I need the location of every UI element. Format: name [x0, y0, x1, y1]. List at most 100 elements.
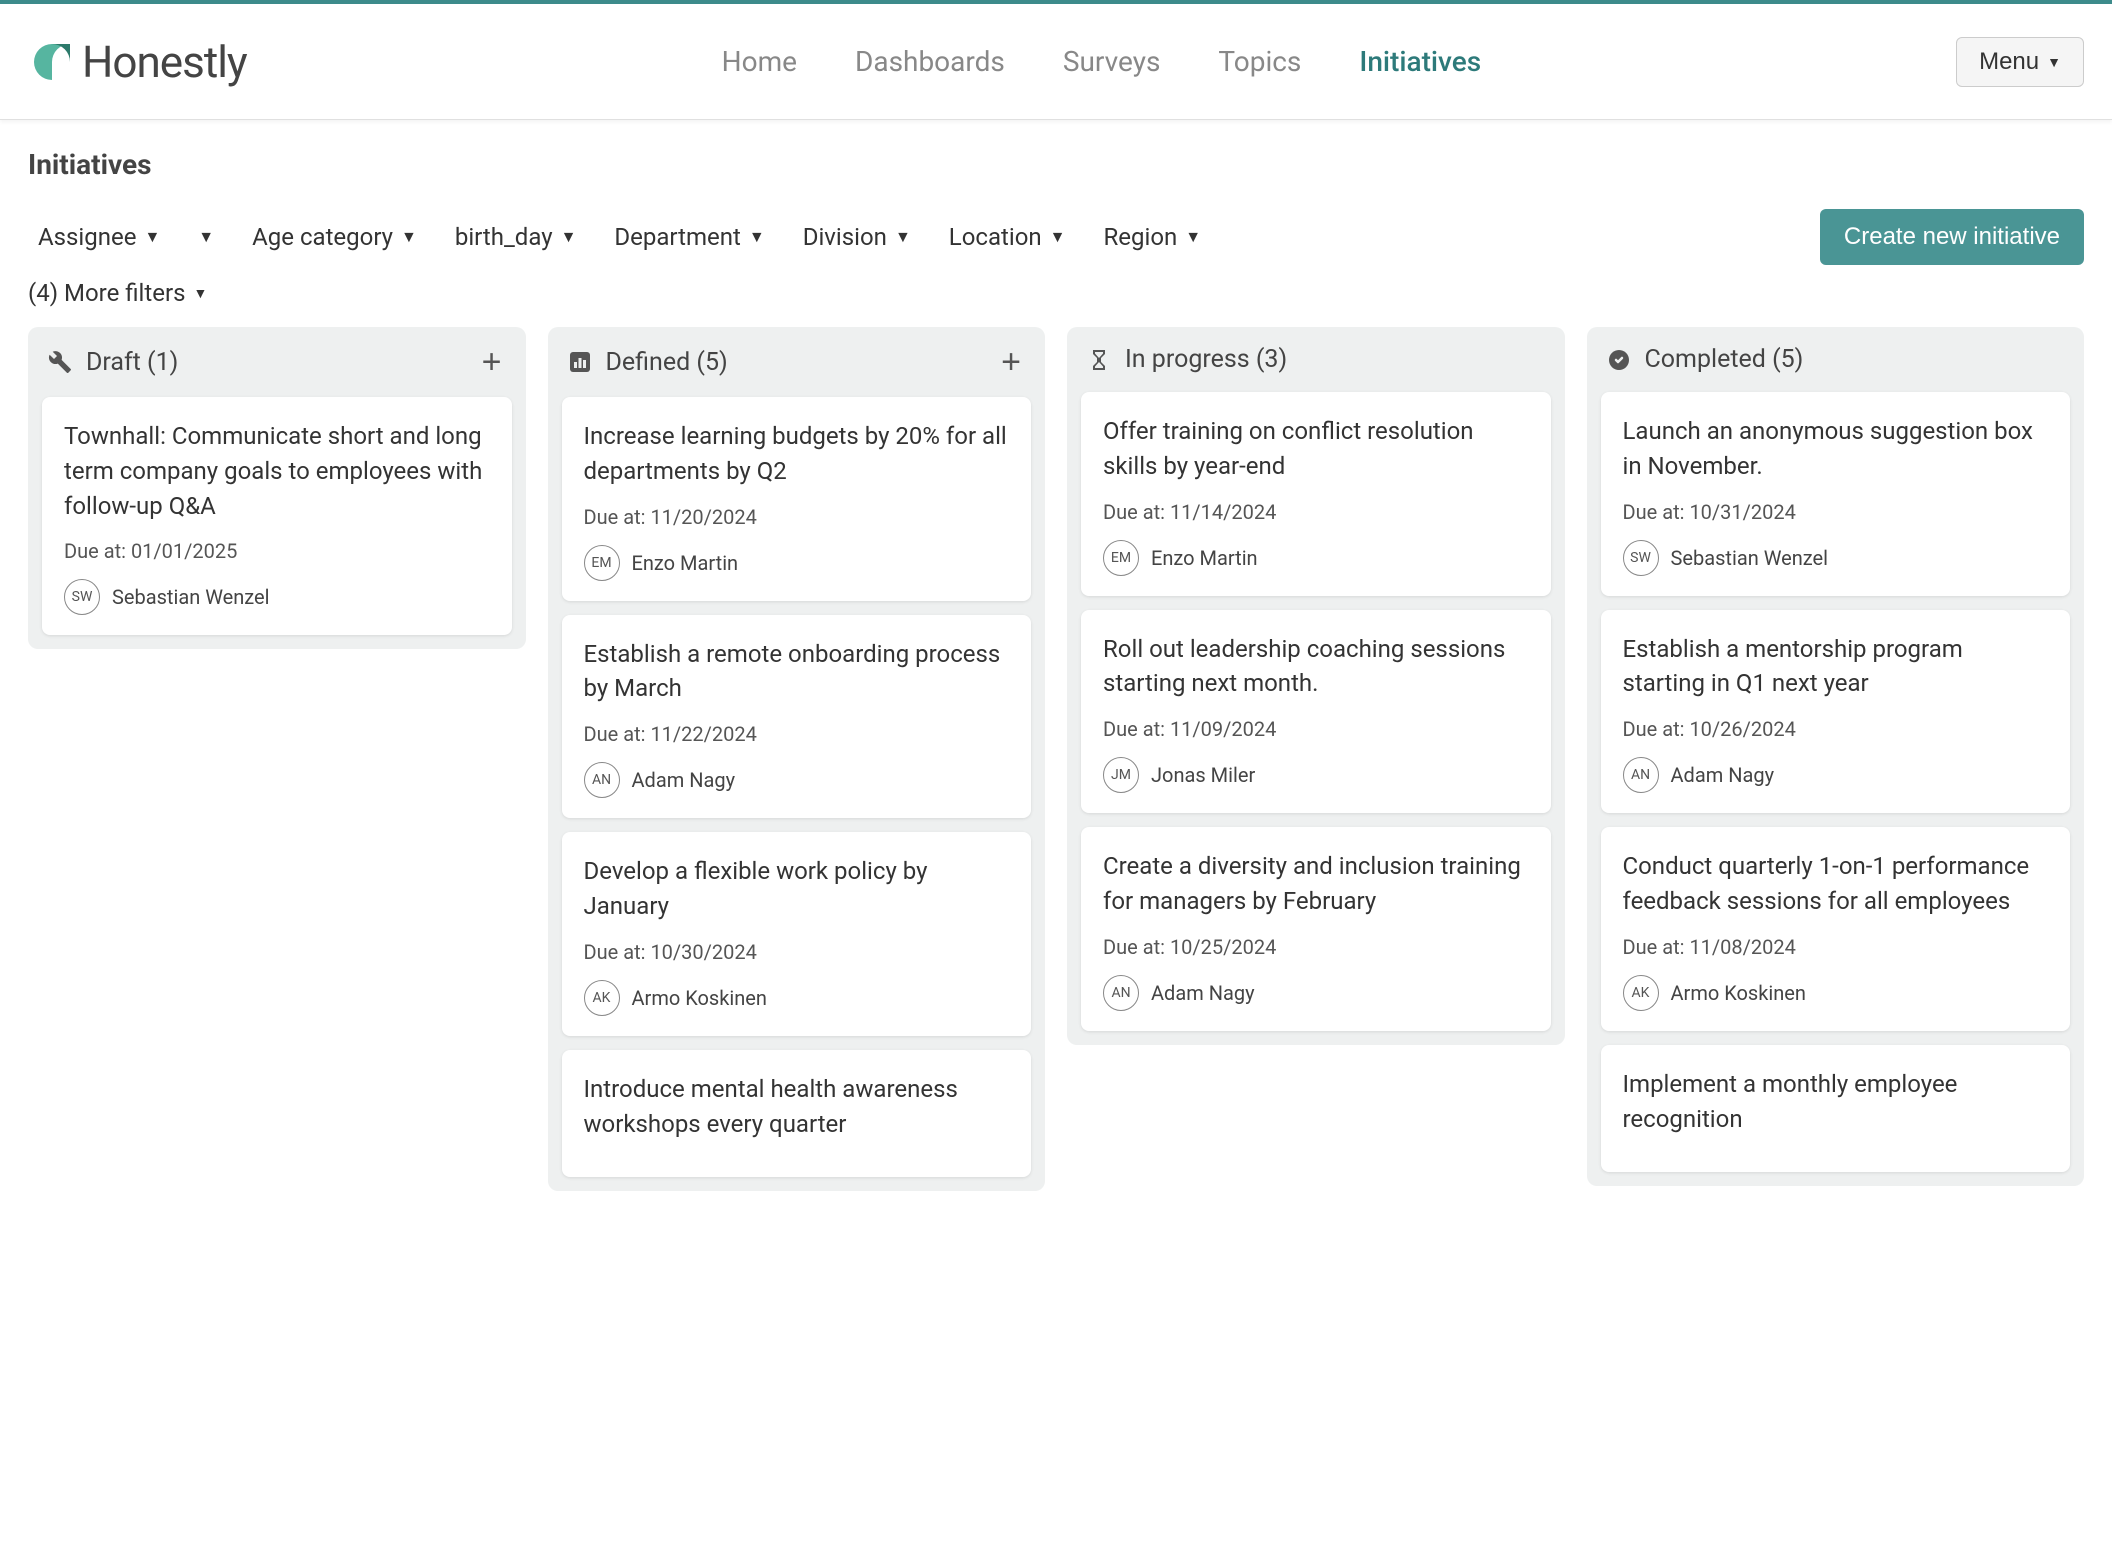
- initiative-card[interactable]: Establish a remote onboarding process by…: [562, 615, 1032, 819]
- card-assignee: SWSebastian Wenzel: [1623, 540, 2049, 576]
- card-assignee: JMJonas Miler: [1103, 757, 1529, 793]
- create-initiative-button[interactable]: Create new initiative: [1820, 209, 2084, 265]
- card-title: Launch an anonymous suggestion box in No…: [1623, 414, 2049, 484]
- initiative-card[interactable]: Implement a monthly employee recognition: [1601, 1045, 2071, 1173]
- column-title: In progress (3): [1125, 345, 1545, 374]
- menu-button[interactable]: Menu ▼: [1956, 37, 2084, 87]
- card-title: Establish a remote onboarding process by…: [584, 637, 1010, 707]
- tools-icon: [48, 350, 72, 374]
- logo-text: Honestly: [82, 36, 247, 88]
- initiative-card[interactable]: Establish a mentorship program starting …: [1601, 610, 2071, 814]
- filter-spacer[interactable]: ▼: [188, 219, 224, 255]
- nav-home[interactable]: Home: [722, 37, 797, 86]
- caret-down-icon: ▼: [561, 227, 577, 247]
- card-assignee: EMEnzo Martin: [584, 545, 1010, 581]
- avatar: AK: [584, 980, 620, 1016]
- card-list: Launch an anonymous suggestion box in No…: [1587, 392, 2085, 1186]
- card-due: Due at: 11/22/2024: [584, 722, 1010, 746]
- assignee-name: Jonas Miler: [1151, 763, 1255, 787]
- card-title: Conduct quarterly 1-on-1 performance fee…: [1623, 849, 2049, 919]
- initiative-card[interactable]: Offer training on conflict resolution sk…: [1081, 392, 1551, 596]
- filter-location[interactable]: Location ▼: [939, 215, 1076, 259]
- initiative-card[interactable]: Roll out leadership coaching sessions st…: [1081, 610, 1551, 814]
- avatar: SW: [1623, 540, 1659, 576]
- initiative-card[interactable]: Conduct quarterly 1-on-1 performance fee…: [1601, 827, 2071, 1031]
- card-assignee: AK Armo Koskinen: [584, 980, 1010, 1016]
- main-nav: Home Dashboards Surveys Topics Initiativ…: [247, 37, 1956, 86]
- hourglass-icon: [1087, 348, 1111, 372]
- assignee-name: Sebastian Wenzel: [112, 585, 270, 609]
- nav-initiatives[interactable]: Initiatives: [1359, 37, 1481, 86]
- caret-down-icon: ▼: [401, 227, 417, 247]
- card-title: Increase learning budgets by 20% for all…: [584, 419, 1010, 489]
- avatar: AN: [1103, 975, 1139, 1011]
- caret-down-icon: ▼: [198, 227, 214, 247]
- caret-down-icon: ▼: [749, 227, 765, 247]
- kanban-board: Draft (1) + Townhall: Communicate short an…: [0, 327, 2112, 1219]
- more-filters[interactable]: (4) More filters ▼: [0, 279, 2112, 327]
- column-header: Draft (1) +: [28, 327, 526, 397]
- add-card-button[interactable]: +: [997, 345, 1025, 379]
- card-assignee: ANAdam Nagy: [1623, 757, 2049, 793]
- filter-age-category[interactable]: Age category ▼: [242, 215, 427, 259]
- card-assignee: AK Armo Koskinen: [1623, 975, 2049, 1011]
- card-due: Due at: 01/01/2025: [64, 539, 490, 563]
- nav-dashboards[interactable]: Dashboards: [855, 37, 1005, 86]
- column-header: Defined (5) +: [548, 327, 1046, 397]
- nav-topics[interactable]: Topics: [1218, 37, 1301, 86]
- filter-division[interactable]: Division ▼: [793, 215, 921, 259]
- assignee-name: Enzo Martin: [1151, 546, 1258, 570]
- logo-icon: [28, 38, 76, 86]
- caret-down-icon: ▼: [895, 227, 911, 247]
- assignee-name: Adam Nagy: [1151, 981, 1255, 1005]
- bar-chart-icon: [568, 350, 592, 374]
- initiative-card[interactable]: Introduce mental health awareness worksh…: [562, 1050, 1032, 1178]
- initiative-card[interactable]: Townhall: Communicate short and long ter…: [42, 397, 512, 635]
- card-title: Roll out leadership coaching sessions st…: [1103, 632, 1529, 702]
- column-title: Draft (1): [86, 348, 464, 377]
- column-title: Completed (5): [1645, 345, 2065, 374]
- column-barchart: Defined (5) + Increase learning budgets by…: [548, 327, 1046, 1191]
- card-title: Offer training on conflict resolution sk…: [1103, 414, 1529, 484]
- assignee-name: Enzo Martin: [632, 551, 739, 575]
- avatar: AN: [584, 762, 620, 798]
- caret-down-icon: ▼: [1185, 227, 1201, 247]
- initiative-card[interactable]: Launch an anonymous suggestion box in No…: [1601, 392, 2071, 596]
- assignee-name: Armo Koskinen: [632, 986, 767, 1010]
- avatar: AN: [1623, 757, 1659, 793]
- card-list: Townhall: Communicate short and long ter…: [28, 397, 526, 649]
- filter-assignee[interactable]: Assignee ▼: [28, 215, 170, 259]
- column-hourglass: In progress (3) Offer training on conflic…: [1067, 327, 1565, 1045]
- card-due: Due at: 11/09/2024: [1103, 717, 1529, 741]
- check-circle-icon: [1607, 348, 1631, 372]
- caret-down-icon: ▼: [2047, 54, 2061, 70]
- initiative-card[interactable]: Develop a flexible work policy by Januar…: [562, 832, 1032, 1036]
- card-assignee: AN Adam Nagy: [1103, 975, 1529, 1011]
- filters-row: Assignee ▼ ▼ Age category ▼ birth_day ▼ …: [0, 195, 2112, 279]
- caret-down-icon: ▼: [193, 285, 207, 302]
- avatar: AK: [1623, 975, 1659, 1011]
- column-title: Defined (5): [606, 348, 984, 377]
- column-tools: Draft (1) + Townhall: Communicate short an…: [28, 327, 526, 649]
- card-assignee: SW Sebastian Wenzel: [64, 579, 490, 615]
- initiative-card[interactable]: Increase learning budgets by 20% for all…: [562, 397, 1032, 601]
- nav-surveys[interactable]: Surveys: [1063, 37, 1161, 86]
- column-header: In progress (3): [1067, 327, 1565, 392]
- filter-region[interactable]: Region ▼: [1093, 215, 1211, 259]
- initiative-card[interactable]: Create a diversity and inclusion trainin…: [1081, 827, 1551, 1031]
- card-assignee: EMEnzo Martin: [1103, 540, 1529, 576]
- column-header: Completed (5): [1587, 327, 2085, 392]
- filter-birth-day[interactable]: birth_day ▼: [445, 215, 587, 259]
- assignee-name: Armo Koskinen: [1671, 981, 1806, 1005]
- logo[interactable]: Honestly: [28, 36, 247, 88]
- card-due: Due at: 10/26/2024: [1623, 717, 2049, 741]
- page-header: Initiatives: [0, 120, 2112, 195]
- filter-department[interactable]: Department ▼: [604, 215, 774, 259]
- add-card-button[interactable]: +: [478, 345, 506, 379]
- card-due: Due at: 11/20/2024: [584, 505, 1010, 529]
- card-assignee: ANAdam Nagy: [584, 762, 1010, 798]
- card-list: Offer training on conflict resolution sk…: [1067, 392, 1565, 1045]
- avatar: SW: [64, 579, 100, 615]
- caret-down-icon: ▼: [1050, 227, 1066, 247]
- topbar: Honestly Home Dashboards Surveys Topics …: [0, 0, 2112, 120]
